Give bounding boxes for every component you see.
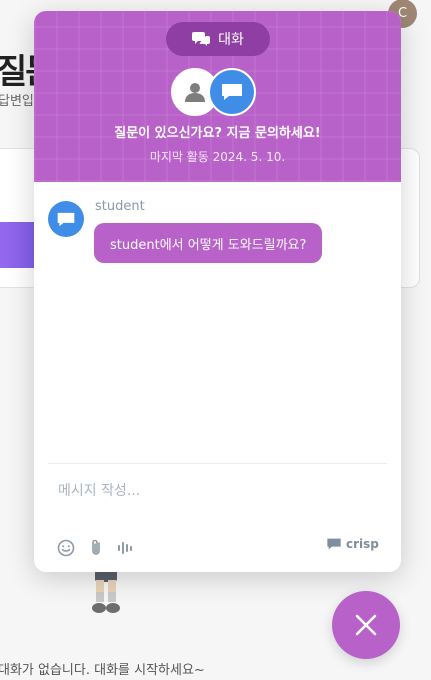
brand-link[interactable]: crisp	[326, 537, 379, 551]
emoji-icon	[57, 539, 75, 557]
chat-bubbles-icon	[192, 32, 211, 46]
message-sender: student	[95, 199, 145, 214]
tab-label: 대화	[218, 32, 244, 48]
chat-header-title: 질문이 있으신가요? 지금 문의하세요!	[114, 126, 321, 141]
audio-wave-icon	[118, 542, 132, 554]
sender-avatar	[48, 201, 84, 237]
message-input[interactable]	[58, 483, 338, 499]
chat-header: 대화 질문이 있으신가요? 지금 문의하세요! 마지막 활동 2024. 5. …	[34, 11, 401, 182]
brand-name: crisp	[346, 537, 379, 551]
audio-button[interactable]	[116, 538, 136, 558]
chat-widget: 대화 질문이 있으신가요? 지금 문의하세요! 마지막 활동 2024. 5. …	[34, 11, 401, 572]
emoji-button[interactable]	[56, 538, 76, 558]
message-bubble: student에서 어떻게 도와드릴까요?	[94, 223, 323, 263]
paperclip-icon	[92, 539, 100, 555]
brand-avatar	[208, 68, 256, 116]
close-icon	[355, 614, 377, 636]
empty-state-text: 대화가 없습니다. 대화를 시작하세요~	[0, 663, 205, 678]
close-chat-button[interactable]	[332, 591, 400, 659]
user-icon	[185, 83, 205, 102]
chat-bubble-icon	[57, 212, 75, 226]
page-subtitle: 답변입	[0, 94, 34, 109]
character-illustration	[92, 570, 120, 613]
last-active-status: 마지막 활동 2024. 5. 10.	[149, 150, 286, 164]
tab-conversation[interactable]: 대화	[166, 22, 270, 56]
compose-divider	[48, 463, 387, 464]
chat-bubble-icon	[327, 538, 341, 550]
attach-button[interactable]	[86, 538, 106, 558]
chat-bubble-icon	[222, 84, 242, 100]
